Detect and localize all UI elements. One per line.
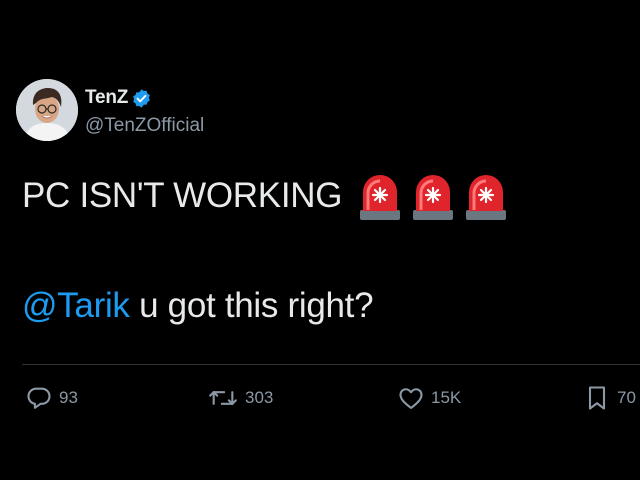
tweet-header: TenZ @TenZOfficial (16, 79, 416, 143)
user-handle[interactable]: @TenZOfficial (85, 115, 204, 137)
tweet-text-line2: @Tarik u got this right? (22, 286, 374, 326)
retweet-count: 303 (245, 388, 274, 407)
police-light-emoji-icon (411, 170, 455, 222)
retweet-icon (207, 384, 245, 412)
reply-count: 93 (59, 388, 78, 407)
police-light-emoji-icon (358, 170, 402, 222)
like-count: 15K (431, 388, 462, 407)
bookmark-icon (583, 384, 617, 412)
mention-link[interactable]: @Tarik (22, 286, 130, 325)
bookmark-button[interactable]: 70 (583, 380, 636, 416)
divider (22, 364, 640, 365)
tweet-text-line1: PC ISN'T WORKING (22, 170, 517, 222)
retweet-button[interactable]: 303 (207, 380, 273, 416)
police-light-emoji-icon (464, 170, 508, 222)
verified-badge-icon (131, 88, 152, 109)
heart-icon (397, 384, 431, 412)
tweet-actions: 93 303 15K 70 (0, 380, 640, 420)
avatar[interactable] (16, 79, 78, 141)
tweet-text: PC ISN'T WORKING (22, 176, 343, 215)
display-name[interactable]: TenZ (85, 87, 128, 109)
reply-icon (25, 384, 59, 412)
bookmark-count: 70 (617, 388, 636, 407)
tweet-text: u got this right? (129, 286, 374, 325)
reply-button[interactable]: 93 (25, 380, 78, 416)
like-button[interactable]: 15K (397, 380, 461, 416)
name-row: TenZ (85, 87, 152, 109)
